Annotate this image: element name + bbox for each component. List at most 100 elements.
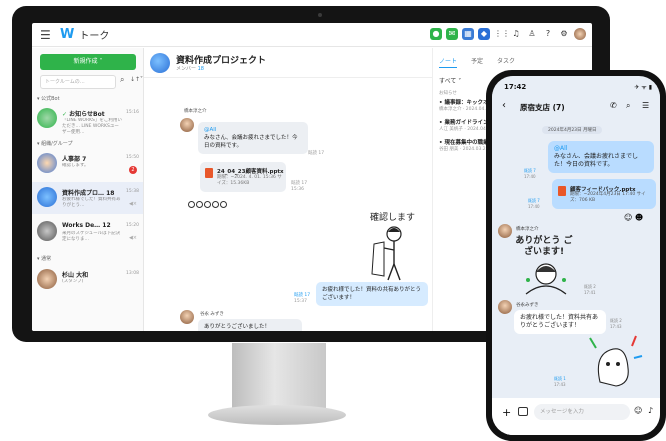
sticker-figure <box>371 226 402 281</box>
room-preview: 確認します。 <box>62 163 89 168</box>
room-name: 資料作成プロ… 18 <box>62 190 115 197</box>
phone-chat-header: ‹ 原宿支店 (7) ✆ ⌕ ☰ <box>492 94 660 120</box>
sender-avatar[interactable] <box>180 310 194 324</box>
back-arrow-icon[interactable]: ‹ <box>502 100 506 111</box>
room-name: Works De… 12 <box>62 222 111 229</box>
room-item-hr[interactable]: 人事部 7 確認します。 15:50 2 <box>32 148 143 180</box>
room-name: 人事部 7 <box>62 156 87 163</box>
room-time: 15:50 <box>126 155 139 160</box>
tab-tasks[interactable]: タスク <box>497 56 515 68</box>
sender-name: 谷永みずき <box>516 303 539 308</box>
room-preview: 来月のスケジュールは下記決定になりま… <box>62 231 121 242</box>
room-time: 13:08 <box>126 271 139 276</box>
apps-grid-icon[interactable]: ⋮⋮ <box>494 28 510 40</box>
message-bubble[interactable]: @All みなさん、会議お疲れさまでした！今日の資料です。 <box>198 122 308 154</box>
menu-icon[interactable]: ☰ <box>642 101 649 110</box>
tab-notes[interactable]: ノート <box>439 56 458 68</box>
sender-avatar[interactable] <box>498 224 512 238</box>
app-topbar: ☰ W トーク ● ✉ ▦ ◆ ⋮⋮ ♫ ♙ ? ⚙ <box>32 23 592 47</box>
new-talk-button[interactable]: 新規作成 ˅ <box>40 54 136 70</box>
room-preview: (スタンプ) <box>62 279 84 284</box>
search-icon[interactable]: ⌕ <box>120 75 124 85</box>
reaction-icon[interactable] <box>212 201 219 208</box>
reaction-icon[interactable] <box>204 201 211 208</box>
date-separator: 2024年4月23日 月曜日 <box>542 126 603 134</box>
read-meta: 既読 1 17:43 <box>554 376 566 387</box>
call-icon[interactable]: ✆ <box>610 101 617 110</box>
room-avatar <box>37 153 57 173</box>
calendar-icon[interactable]: ▦ <box>462 28 474 40</box>
room-item-notice-bot[interactable]: ✓ お知らせBot 「LINE WORKS」をご利用いただき… LINE WOR… <box>32 103 143 135</box>
file-attachment[interactable]: 24_04_23顧客資料.pptx 期限：~2024. 4. 01. 15:36… <box>200 162 286 192</box>
sticker-caption: ありがとう ございます! <box>515 236 573 257</box>
product-scene: ☰ W トーク ● ✉ ▦ ◆ ⋮⋮ ♫ ♙ ? ⚙ 新規作成 ˅ トークルーム… <box>0 0 666 441</box>
message-composer: + メッセージを入力 ☺ ♪ <box>492 398 660 435</box>
talk-icon[interactable]: ● <box>430 28 442 40</box>
room-item-works-dev[interactable]: Works De… 12 来月のスケジュールは下記決定になりま… 15:20 ◀… <box>32 216 143 248</box>
room-time: 15:38 <box>126 189 139 194</box>
section-official-bot[interactable]: ▾ 公式Bot <box>37 95 60 102</box>
monitor-camera <box>318 13 322 17</box>
my-message-bubble[interactable]: お疲れ様でした！資料の共有ありがとうございます！ <box>316 282 428 306</box>
phone-room-title: 原宿支店 (7) <box>520 103 565 112</box>
room-item-doc-project[interactable]: 資料作成プロ… 18 お疲れ様でした！資料共有ありがとう… 15:38 ◀× <box>32 182 143 214</box>
bot-avatar <box>37 108 57 128</box>
sort-control[interactable]: ↓↑˅ <box>130 76 143 83</box>
mention-all: @All <box>204 127 217 133</box>
emoji-icon[interactable]: ☺ <box>634 406 642 415</box>
message-bubble[interactable]: ありがとうございました！ <box>198 319 302 331</box>
plus-icon[interactable]: + <box>502 406 511 419</box>
room-avatar[interactable] <box>150 53 170 73</box>
sender-name: 橋本淳之介 <box>184 109 207 114</box>
search-icon[interactable]: ⌕ <box>626 101 630 111</box>
room-search-input[interactable]: トークルームの… <box>40 75 116 89</box>
works-logo: W <box>60 27 75 42</box>
sender-name: 谷永 みずき <box>200 312 224 317</box>
member-count[interactable]: メンバー 18 <box>176 65 204 72</box>
read-meta: 既読 7 17:40 <box>524 168 536 179</box>
help-icon[interactable]: ? <box>542 28 554 40</box>
bell-icon[interactable]: ♫ <box>510 28 522 40</box>
notes-section-label: お知らせ <box>439 91 457 96</box>
room-time: 15:16 <box>126 110 139 115</box>
image-icon[interactable] <box>518 407 528 416</box>
user-avatar[interactable] <box>574 28 586 40</box>
sticker-figure <box>525 263 567 295</box>
reaction-icons[interactable]: ☺ ☻ <box>624 213 643 222</box>
sender-avatar[interactable] <box>498 300 512 314</box>
tab-schedule[interactable]: 予定 <box>471 56 483 68</box>
reaction-stamps[interactable] <box>188 201 227 208</box>
menu-icon[interactable]: ☰ <box>40 28 54 42</box>
microphone-icon[interactable]: ♪ <box>648 406 653 415</box>
pptx-file-icon <box>558 186 566 196</box>
settings-gear-icon[interactable]: ⚙ <box>558 28 570 40</box>
reaction-icon[interactable] <box>220 201 227 208</box>
sender-name: 橋本淳之介 <box>516 227 539 232</box>
message-input[interactable]: メッセージを入力 <box>534 404 630 420</box>
my-message-bubble[interactable]: @All みなさん、会議お疲れさまでした！今日の資料です。 <box>548 141 654 173</box>
contacts-icon[interactable]: ♙ <box>526 28 538 40</box>
read-meta: 既読 7 17:40 <box>528 198 540 209</box>
sticker-figure <box>589 335 643 387</box>
reaction-icon[interactable] <box>188 201 195 208</box>
message-bubble[interactable]: お疲れ様でした！資料共有ありがとうございます！ <box>514 310 606 334</box>
section-normal[interactable]: ▾ 通常 <box>37 255 51 262</box>
status-icons: ✈ ᯤ ▮ <box>634 84 652 91</box>
drive-icon[interactable]: ◆ <box>478 28 490 40</box>
reaction-icon[interactable] <box>196 201 203 208</box>
section-groups[interactable]: ▾ 組織/グループ <box>37 140 73 147</box>
notes-filter[interactable]: すべて ˅ <box>439 76 461 85</box>
room-list-sidebar: 新規作成 ˅ トークルームの… ⌕ ↓↑˅ ▾ 公式Bot ✓ お知らせBot … <box>32 48 144 331</box>
file-info: 期限：~2024年4月23日 17:40 サイズ：706 KB <box>570 192 646 203</box>
pptx-file-icon <box>205 168 213 178</box>
sender-avatar[interactable] <box>180 118 194 132</box>
sticker-caption: 確認します <box>370 213 416 223</box>
mail-icon[interactable]: ✉ <box>446 28 458 40</box>
room-name: ✓ お知らせBot <box>62 111 105 118</box>
phone-status-time: 17:42 <box>504 83 527 91</box>
notes-tabs: ノート 予定 タスク <box>439 56 515 68</box>
file-attachment[interactable]: 顧客フィードバック.pptx 期限：~2024年4月23日 17:40 サイズ：… <box>552 179 656 209</box>
room-item-sugiyama[interactable]: 杉山 大和 (スタンプ) 13:08 <box>32 264 143 296</box>
room-preview: お疲れ様でした！資料共有ありがとう… <box>62 197 121 208</box>
read-meta: 既読 2 17:43 <box>610 318 622 329</box>
